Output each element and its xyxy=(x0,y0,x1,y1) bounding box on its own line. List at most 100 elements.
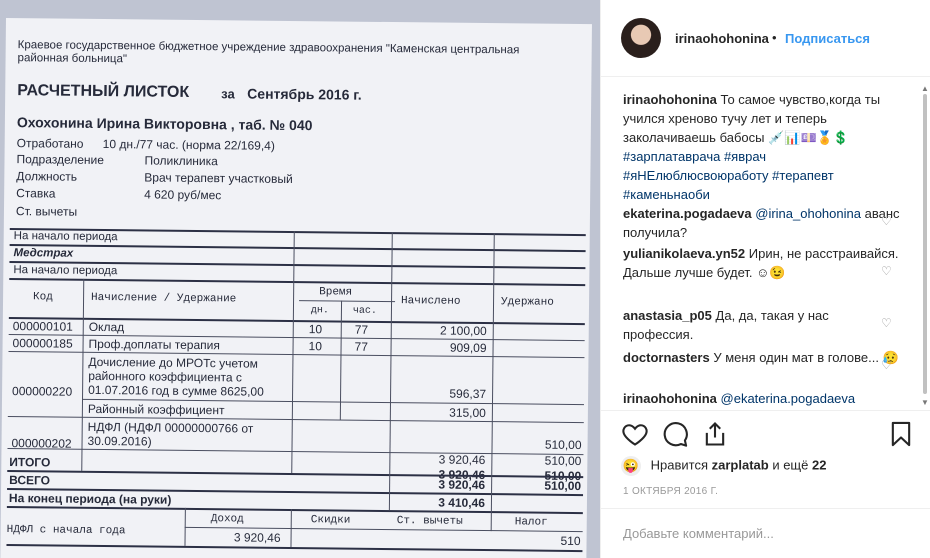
row-1-accrued: 2 100,00 xyxy=(439,323,487,339)
row-1-hours: 77 xyxy=(354,322,369,337)
period: Сентябрь 2016 г. xyxy=(247,85,362,103)
end-period-label: На конец периода (на руки) xyxy=(8,491,172,507)
vsego-label: ВСЕГО xyxy=(9,473,51,488)
row-1-name: Оклад xyxy=(88,319,125,335)
start-period-2: На начало периода xyxy=(13,264,118,278)
likes-prefix: Нравится xyxy=(650,457,708,473)
row-2-name: Проф.доплаты терапия xyxy=(88,336,220,353)
comment-4-username[interactable]: doctornasters xyxy=(623,350,710,365)
comment-3: anastasia_p05 Да, да, такая у нас профес… xyxy=(623,306,901,344)
footer-tax-value: 510 xyxy=(560,533,581,549)
avatar[interactable] xyxy=(621,18,661,58)
col-accrual: Начисление / Удержание xyxy=(91,291,237,306)
vsego-withheld: 510,00 xyxy=(544,478,582,494)
regional-accrued: 315,00 xyxy=(449,405,486,421)
row-2-days: 10 xyxy=(308,339,323,354)
sub-accrued: 3 920,46 xyxy=(438,452,486,468)
separator-dot: • xyxy=(772,30,777,45)
employee-name: Охохонина Ирина Викторовна , таб. № 040 xyxy=(16,114,313,134)
vsego-accrued: 3 920,46 xyxy=(438,477,486,493)
position-label: Должность xyxy=(16,169,78,184)
post-side-panel: irinaohohonina • Подписаться irinaohohon… xyxy=(600,0,930,558)
col-time: Время xyxy=(319,286,353,299)
medstrakh-label: Медстрах xyxy=(13,247,74,260)
comments-scrollbar[interactable]: ▲ ▼ xyxy=(919,84,930,410)
scroll-down-icon[interactable]: ▼ xyxy=(921,398,929,407)
col-code: Код xyxy=(33,291,53,304)
heart-icon[interactable] xyxy=(621,420,649,448)
deductions-label: Ст. вычеты xyxy=(15,204,78,219)
likes-and: и ещё xyxy=(772,457,809,473)
header-username[interactable]: irinaohohonina xyxy=(675,31,769,46)
footer-deductions-label: Ст. вычеты xyxy=(396,515,463,528)
comment-4-like-icon[interactable]: ♡ xyxy=(881,358,892,372)
footer-income-label: Доход xyxy=(210,513,244,526)
post-date[interactable]: 1 ОКТЯБРЯ 2016 Г. xyxy=(623,486,718,497)
start-period-1: На начало периода xyxy=(13,230,118,244)
post-photo[interactable]: Краевое государственное бюджетное учрежд… xyxy=(0,0,600,558)
comment-1-mention[interactable]: @irina_ohohonina xyxy=(755,206,861,221)
worked-value: 10 дн./77 час. (норма 22/169,4) xyxy=(102,137,275,153)
likes-count[interactable]: 22 xyxy=(812,457,826,472)
comment-5: irinaohohonina @ekaterina.pogadaeva xyxy=(623,389,901,408)
for-label: за xyxy=(221,86,235,102)
row-2-accrued: 909,09 xyxy=(449,340,487,356)
comment-4-text: У меня один мат в голове... 😥 xyxy=(713,350,899,365)
rate-label: Ставка xyxy=(16,186,56,201)
row-2-hours: 77 xyxy=(354,339,369,354)
col-hours: час. xyxy=(352,305,378,317)
itogo-label: ИТОГО xyxy=(9,455,51,470)
regional-name: Районный коэффициент xyxy=(87,401,225,418)
comment-2: yulianikolaeva.yn52 Ирин, не расстраивай… xyxy=(623,244,901,282)
col-withheld: Удержано xyxy=(500,296,554,309)
row-2-code: 000000185 xyxy=(12,336,73,351)
comment-3-username[interactable]: anastasia_p05 xyxy=(623,308,712,323)
likes-line: 😜 Нравится zarplatab и ещё 22 xyxy=(621,456,826,476)
worked-label: Отработано xyxy=(16,136,84,151)
col-accrued: Начислено xyxy=(400,295,461,308)
payslip-sheet: Краевое государственное бюджетное учрежд… xyxy=(0,18,592,558)
sub-withheld: 510,00 xyxy=(544,453,582,469)
comment-icon[interactable] xyxy=(661,420,689,448)
caption-hashtags[interactable]: #зарплатаврача #яврач #яНЕлюблюсвоюработ… xyxy=(623,149,834,202)
caption-emoji: 💉📊💷🏅💲 xyxy=(768,130,850,145)
add-comment-input[interactable]: Добавьте комментарий... xyxy=(623,526,774,541)
mrot-accrued: 596,37 xyxy=(449,386,487,402)
comment-3-like-icon[interactable]: ♡ xyxy=(881,316,892,330)
follow-button[interactable]: Подписаться xyxy=(785,31,870,46)
row-1-days: 10 xyxy=(308,322,323,337)
bookmark-icon[interactable] xyxy=(887,420,915,448)
footer-tax-label: Налог xyxy=(514,516,548,529)
dept-value: Поликлиника xyxy=(144,153,218,169)
scrollbar-thumb[interactable] xyxy=(923,94,927,394)
share-icon[interactable] xyxy=(701,420,729,448)
ndfl-year-label: НДФЛ с начала года xyxy=(6,524,126,538)
mrot-line-3: 01.07.2016 год в сумме 8625,00 xyxy=(88,382,264,399)
row-1-code: 000000101 xyxy=(12,319,73,334)
comments-list[interactable]: irinaohohonina То самое чувство,когда ты… xyxy=(601,76,919,410)
likes-user[interactable]: zarplatab xyxy=(712,457,769,472)
end-period-value: 3 410,46 xyxy=(438,495,486,511)
comment-1-like-icon[interactable]: ♡ xyxy=(881,214,892,228)
comment-1: ekaterina.pogadaeva @irina_ohohonina ава… xyxy=(623,204,901,242)
caption-username[interactable]: irinaohohonina xyxy=(623,92,717,107)
footer-discounts-label: Скидки xyxy=(310,514,351,527)
rate-value: 4 620 руб/мес xyxy=(144,187,222,203)
position-value: Врач терапевт участковый xyxy=(144,170,293,187)
scroll-up-icon[interactable]: ▲ xyxy=(921,84,929,93)
emoji-icon[interactable]: 😜 xyxy=(621,456,641,476)
dept-label: Подразделение xyxy=(16,152,105,168)
post-actions xyxy=(621,420,921,450)
post-header: irinaohohonina • Подписаться xyxy=(601,0,930,77)
comment-2-username[interactable]: yulianikolaeva.yn52 xyxy=(623,246,745,261)
comment-2-like-icon[interactable]: ♡ xyxy=(881,264,892,278)
ndfl-line-2: 30.09.2016) xyxy=(87,433,152,449)
caption: irinaohohonina То самое чувство,когда ты… xyxy=(623,90,901,204)
payslip-title: РАСЧЕТНЫЙ ЛИСТОК xyxy=(17,82,190,101)
comment-4: doctornasters У меня один мат в голове..… xyxy=(623,348,901,367)
comment-1-username[interactable]: ekaterina.pogadaeva xyxy=(623,206,752,221)
comment-5-username[interactable]: irinaohohonina xyxy=(623,391,717,406)
mrot-code: 000000220 xyxy=(12,384,73,399)
comment-5-mention[interactable]: @ekaterina.pogadaeva xyxy=(721,391,856,406)
org-line-2: районная больница" xyxy=(17,52,128,66)
